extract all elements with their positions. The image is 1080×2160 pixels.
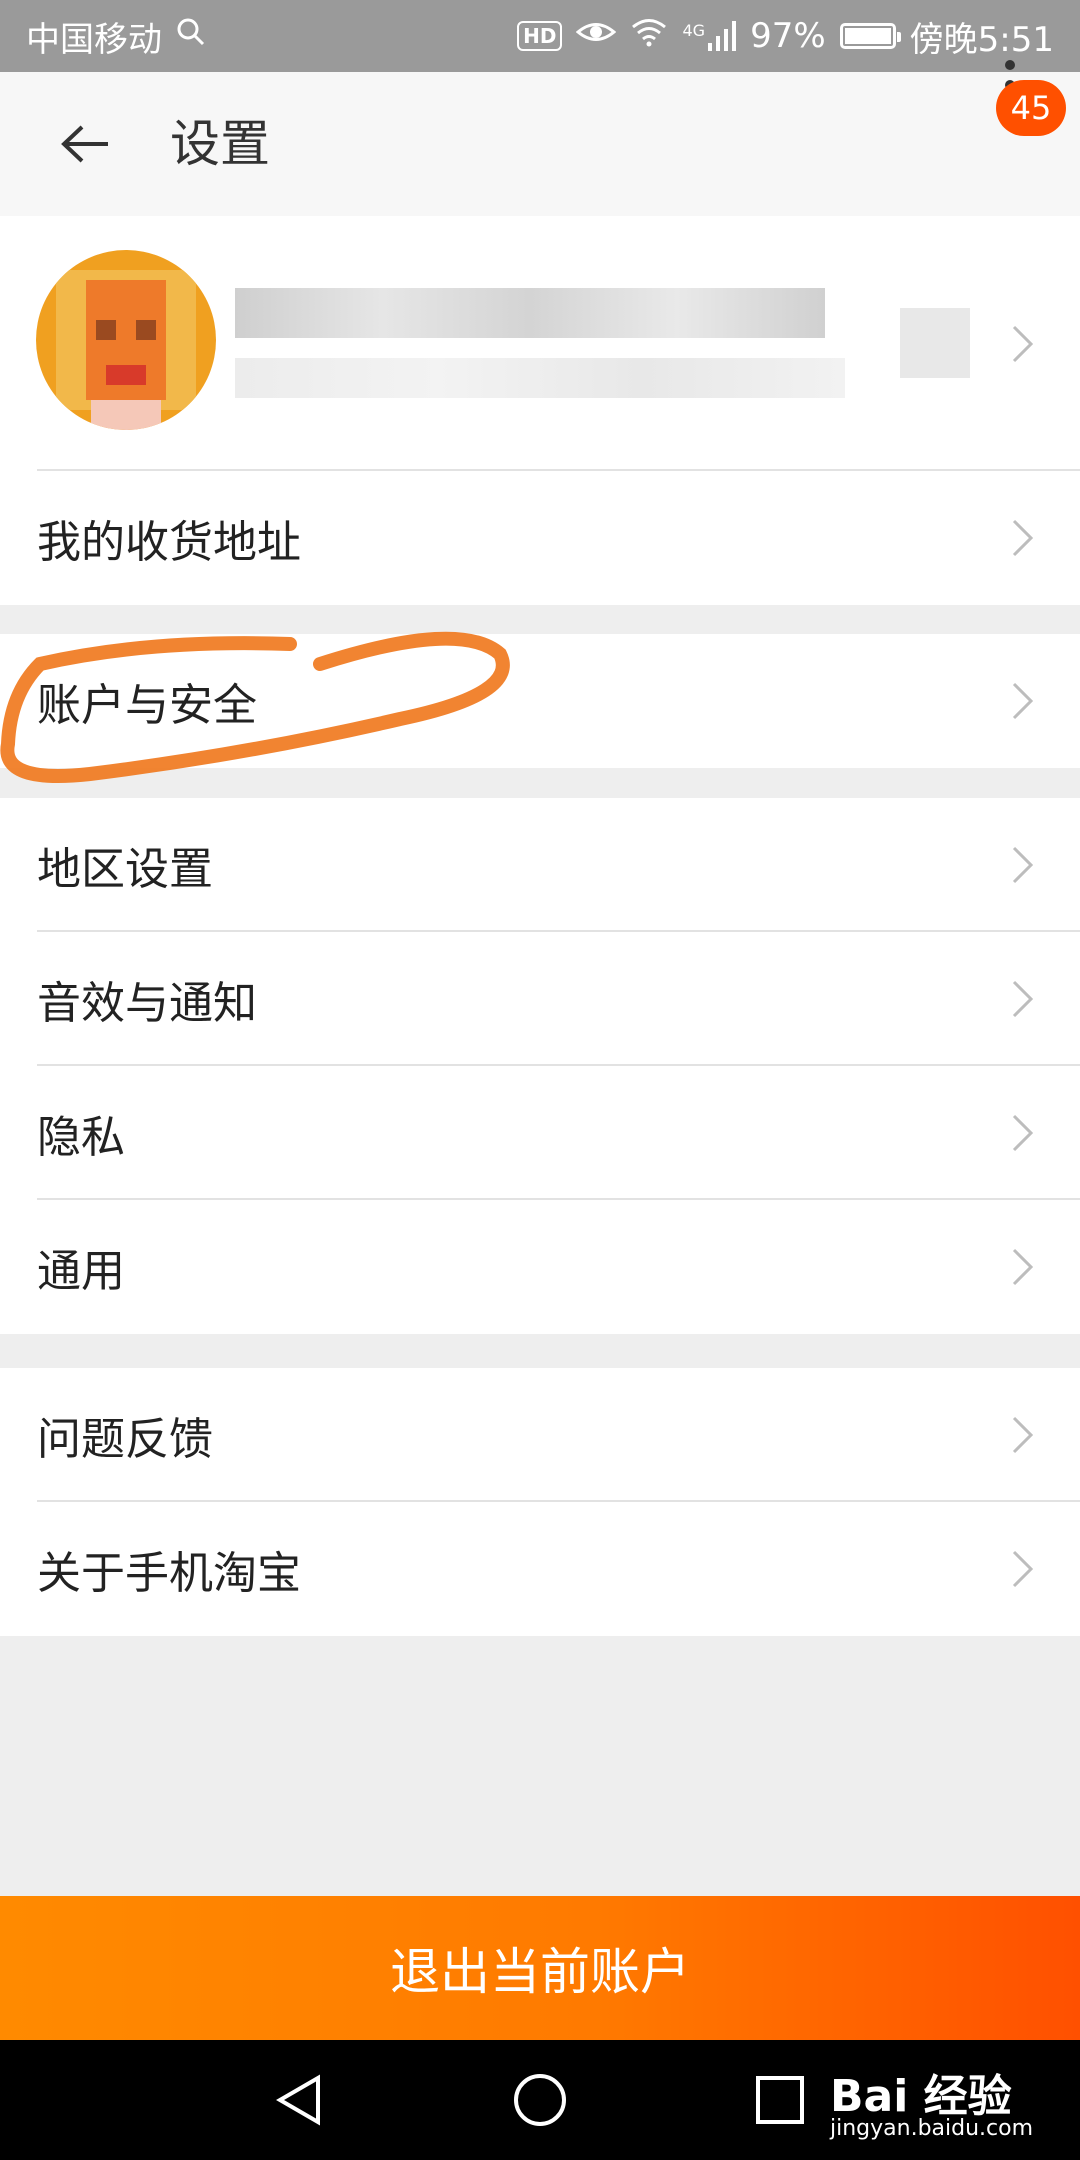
chevron-right-icon [1012, 846, 1034, 884]
nav-home-button[interactable] [510, 2070, 570, 2130]
menu-item-label: 通用 [37, 1246, 125, 1297]
menu-item-about[interactable]: 关于手机淘宝 [0, 1502, 1080, 1636]
menu-item-label: 我的收货地址 [37, 517, 301, 568]
chevron-right-icon [1012, 980, 1034, 1018]
square-recents-icon [756, 2076, 804, 2124]
carrier-name: 中国移动 [26, 19, 162, 60]
chevron-right-icon [1012, 682, 1034, 720]
avatar [36, 250, 216, 430]
triangle-back-icon [276, 2074, 320, 2126]
menu-item-account-security[interactable]: 账户与安全 [0, 634, 1080, 768]
menu-item-label: 账户与安全 [37, 680, 257, 731]
menu-item-feedback[interactable]: 问题反馈 [0, 1368, 1080, 1502]
watermark-brand: Bai 经验 [830, 2071, 1012, 2122]
menu-item-label: 问题反馈 [37, 1414, 213, 1465]
notification-badge: 45 [996, 80, 1066, 136]
chevron-right-icon [1012, 519, 1034, 557]
hd-icon: HD [517, 21, 563, 51]
battery-icon [839, 23, 901, 49]
nav-back-button[interactable] [270, 2070, 330, 2130]
page-title: 设置 [170, 115, 270, 173]
app-bar: 设置 [0, 72, 1080, 216]
status-bar: 中国移动 HD 4G 97% 傍晚5:51 [0, 0, 1080, 72]
logout-button[interactable]: 退出当前账户 [0, 1896, 1080, 2040]
menu-item-label: 地区设置 [37, 844, 213, 895]
search-icon [176, 16, 206, 56]
more-dot-icon [1005, 60, 1015, 70]
menu-item-general[interactable]: 通用 [0, 1200, 1080, 1334]
menu-item-label: 音效与通知 [37, 978, 257, 1029]
account-card: 账户与安全 [0, 634, 1080, 768]
eye-icon [576, 16, 617, 56]
profile-row[interactable] [0, 216, 1080, 471]
back-button[interactable] [50, 112, 120, 176]
chevron-right-icon [1012, 1550, 1034, 1588]
chevron-right-icon [1012, 1114, 1034, 1152]
menu-item-label: 隐私 [37, 1112, 125, 1163]
chevron-right-icon [1012, 1248, 1034, 1286]
chevron-right-icon [1012, 1416, 1034, 1454]
battery-percent: 97% [750, 16, 826, 56]
menu-item-privacy[interactable]: 隐私 [0, 1066, 1080, 1200]
wifi-icon [630, 16, 668, 56]
preferences-card: 地区设置 音效与通知 隐私 通用 [0, 798, 1080, 1334]
info-card: 问题反馈 关于手机淘宝 [0, 1368, 1080, 1636]
signal-icon: 4G [682, 21, 737, 51]
menu-item-region[interactable]: 地区设置 [0, 798, 1080, 932]
profile-card: 我的收货地址 [0, 216, 1080, 605]
clock: 傍晚5:51 [909, 19, 1054, 60]
menu-item-address[interactable]: 我的收货地址 [0, 471, 1080, 605]
nav-recents-button[interactable] [750, 2070, 810, 2130]
back-arrow-icon [61, 125, 108, 163]
watermark-url: jingyan.baidu.com [830, 2116, 1034, 2141]
menu-item-sound-notification[interactable]: 音效与通知 [0, 932, 1080, 1066]
chevron-right-icon [1012, 325, 1034, 362]
menu-item-label: 关于手机淘宝 [37, 1548, 301, 1599]
circle-home-icon [514, 2074, 566, 2126]
network-type: 4G [682, 21, 706, 40]
